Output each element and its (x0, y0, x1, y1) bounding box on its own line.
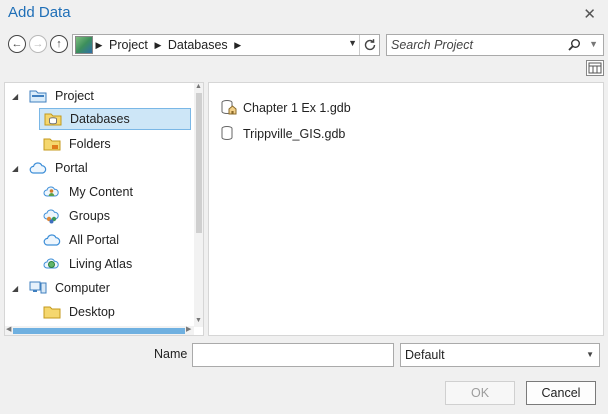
expand-triangle-icon[interactable]: ◢ (12, 164, 18, 173)
tree-item-living-atlas[interactable]: Living Atlas (43, 253, 191, 275)
filter-dropdown[interactable]: Default ▼ (400, 343, 600, 367)
navigation-bar: ← → ↑ ▶ Project ▶ Databases ▶ ▼ ▼ (0, 32, 608, 58)
search-options-dropdown-icon[interactable]: ▼ (589, 39, 598, 49)
list-item-label: Trippville_GIS.gdb (243, 127, 346, 141)
scrollbar-thumb[interactable] (196, 93, 202, 233)
scrollbar-thumb[interactable] (13, 328, 185, 334)
database-folder-icon (44, 110, 62, 128)
cancel-button[interactable]: Cancel (526, 381, 596, 405)
breadcrumb-project[interactable]: Project (105, 38, 152, 52)
chevron-right-icon[interactable]: ▶ (93, 40, 105, 51)
search-box[interactable]: ▼ (386, 34, 604, 56)
living-atlas-icon (43, 255, 61, 273)
location-dropdown-icon[interactable]: ▼ (348, 38, 357, 48)
back-arrow-icon: ← (11, 37, 23, 50)
expand-triangle-icon[interactable]: ◢ (12, 92, 18, 101)
filter-selected-value: Default (405, 348, 445, 362)
scroll-right-icon[interactable]: ▶ (186, 325, 191, 333)
my-content-icon (43, 183, 61, 201)
groups-icon (43, 207, 61, 225)
chevron-right-icon[interactable]: ▶ (232, 40, 244, 51)
tree-item-portal[interactable]: Portal (29, 157, 191, 179)
chevron-down-icon: ▼ (586, 350, 594, 359)
up-button[interactable]: ↑ (50, 35, 68, 53)
tree-item-label: Computer (55, 281, 110, 295)
tree-item-desktop[interactable]: Desktop (43, 301, 191, 323)
folder-icon (43, 135, 61, 153)
location-bar[interactable]: ▶ Project ▶ Databases ▶ ▼ (72, 34, 380, 56)
content-pane: Chapter 1 Ex 1.gdb Trippville_GIS.gdb (208, 82, 604, 336)
tree-item-computer[interactable]: Computer (29, 277, 191, 299)
forward-button[interactable]: → (29, 35, 47, 53)
name-label: Name (154, 347, 188, 361)
desktop-folder-icon (43, 303, 61, 321)
tree-item-my-content[interactable]: My Content (43, 181, 191, 203)
view-options-button[interactable] (586, 60, 604, 76)
project-map-icon (75, 36, 93, 54)
tree-item-label: Desktop (69, 305, 115, 319)
back-button[interactable]: ← (8, 35, 26, 53)
ok-button[interactable]: OK (445, 381, 515, 405)
tree-item-folders[interactable]: Folders (39, 133, 191, 155)
tree-item-label: My Content (69, 185, 133, 199)
dialog-title: Add Data (8, 4, 71, 21)
chevron-right-icon[interactable]: ▶ (152, 40, 164, 51)
tree-item-label: All Portal (69, 233, 120, 247)
tree-item-label: Living Atlas (69, 257, 133, 271)
tree-item-project[interactable]: Project (29, 85, 191, 107)
tree-item-label: Folders (69, 137, 111, 151)
geodatabase-home-icon (219, 99, 237, 117)
breadcrumb-databases[interactable]: Databases (164, 38, 232, 52)
tree-item-label: Portal (55, 161, 88, 175)
close-icon[interactable]: ✕ (583, 5, 596, 23)
geodatabase-icon (219, 125, 237, 143)
tree-item-label: Databases (70, 112, 130, 126)
up-arrow-icon: ↑ (56, 37, 62, 50)
tree-horizontal-scrollbar[interactable]: ◀ ▶ (5, 325, 194, 335)
expand-triangle-icon[interactable]: ◢ (12, 284, 18, 293)
scroll-up-icon[interactable]: ▲ (195, 83, 202, 90)
search-icon[interactable] (567, 38, 581, 52)
cloud-icon (43, 231, 61, 249)
refresh-button[interactable] (359, 35, 379, 55)
tree-item-label: Groups (69, 209, 110, 223)
search-input[interactable] (387, 35, 567, 55)
forward-arrow-icon: → (32, 37, 44, 50)
cloud-icon (29, 159, 47, 177)
list-item-chapter-1-gdb[interactable]: Chapter 1 Ex 1.gdb (219, 98, 351, 118)
tree-item-groups[interactable]: Groups (43, 205, 191, 227)
tree-vertical-scrollbar[interactable]: ▲ ▼ (194, 83, 203, 327)
list-item-label: Chapter 1 Ex 1.gdb (243, 101, 351, 115)
name-input[interactable] (192, 343, 394, 367)
tree-item-databases[interactable]: Databases (39, 108, 191, 130)
details-view-icon (588, 62, 602, 74)
scroll-down-icon[interactable]: ▼ (195, 317, 202, 324)
list-item-trippville-gdb[interactable]: Trippville_GIS.gdb (219, 124, 345, 144)
computer-icon (29, 279, 47, 297)
tree-item-label: Project (55, 89, 94, 103)
navigation-tree: ◢ Project Databases Folders ◢ Portal My … (4, 82, 204, 336)
tree-item-all-portal[interactable]: All Portal (43, 229, 191, 251)
title-bar: Add Data ✕ (0, 0, 608, 28)
scroll-left-icon[interactable]: ◀ (6, 325, 11, 333)
project-folder-icon (29, 87, 47, 105)
refresh-icon (364, 39, 375, 51)
